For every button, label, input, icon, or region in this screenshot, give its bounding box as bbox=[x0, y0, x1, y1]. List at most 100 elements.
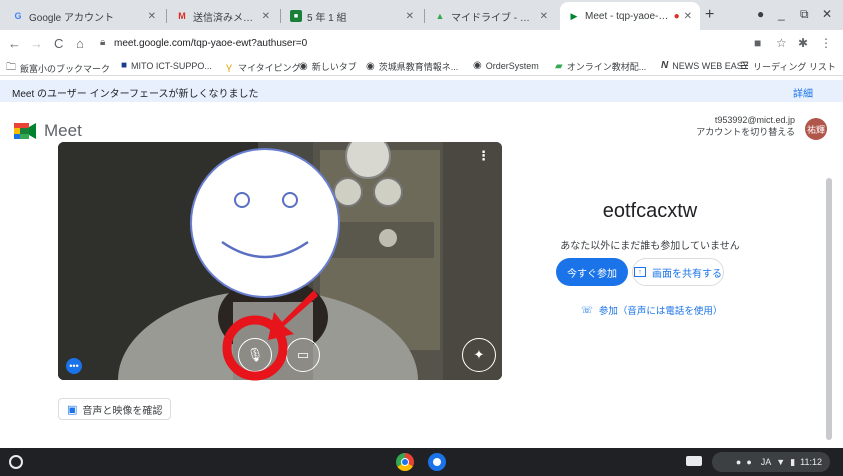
meet-logo: Meet bbox=[14, 121, 82, 141]
close-icon[interactable]: ✕ bbox=[262, 11, 270, 22]
os-shelf: ● ● JA ▼ ▮ 11:12 bbox=[0, 448, 843, 476]
forward-icon[interactable]: → bbox=[30, 36, 43, 51]
globe-icon: ◉ bbox=[473, 60, 482, 71]
details-link[interactable]: 詳細 bbox=[793, 85, 813, 100]
tab-strip: G Google アカウント ✕ M 送信済みメール - t953992@ ✕ … bbox=[0, 0, 843, 30]
gmail-icon: M bbox=[178, 11, 186, 21]
ui-update-banner: Meet のユーザー インターフェースが新しくなりました 詳細 bbox=[0, 80, 843, 102]
status-dot-icon: ● bbox=[735, 457, 742, 467]
visual-effects-button[interactable]: ✦ bbox=[462, 338, 496, 372]
reading-list-button[interactable]: ☰ リーディング リスト bbox=[740, 60, 836, 73]
chrome-icon[interactable] bbox=[396, 453, 414, 471]
join-with-phone-button[interactable]: ☏ 参加（音声には電話を使用） bbox=[581, 303, 723, 318]
meet-icon: ▶ bbox=[570, 10, 578, 21]
bookmark-item[interactable]: 🗀︎ 飯富小のブックマーク bbox=[6, 60, 110, 77]
bookmark-item[interactable]: Ｙ マイタイピング bbox=[224, 60, 301, 75]
globe-icon: ◉ bbox=[366, 61, 375, 72]
address-bar[interactable]: meet.google.com/tqp-yaoe-ewt?authuser=0 bbox=[114, 38, 307, 49]
site-icon: ▰ bbox=[555, 61, 563, 72]
close-icon[interactable]: ✕ bbox=[148, 11, 156, 22]
menu-dots-icon[interactable]: ⋮ bbox=[820, 36, 832, 50]
bookmarks-bar: 🗀︎ 飯富小のブックマーク ■ MITO ICT-SUPPO... Ｙ マイタイ… bbox=[0, 58, 843, 76]
globe-icon: ◉ bbox=[299, 61, 308, 72]
more-actions-icon[interactable]: ••• bbox=[66, 358, 82, 374]
tab-classroom[interactable]: ■ 5 年 1 組 ✕ bbox=[282, 2, 422, 30]
check-av-label: 音声と映像を確認 bbox=[82, 405, 163, 417]
meet-logo-text: Meet bbox=[44, 121, 82, 140]
tab-label: 5 年 1 組 bbox=[307, 12, 347, 24]
tab-divider bbox=[280, 9, 281, 23]
screen-capture-icon[interactable] bbox=[686, 456, 702, 466]
bookmark-label: MITO ICT-SUPPO... bbox=[131, 60, 212, 71]
bookmark-item[interactable]: ◉ OrderSystem bbox=[473, 60, 539, 71]
wifi-icon: ▼ bbox=[776, 457, 786, 467]
red-arrow-icon bbox=[268, 290, 318, 340]
bookmark-label: 茨城県教育情報ネ... bbox=[378, 62, 459, 72]
new-tab-button[interactable]: + bbox=[705, 6, 714, 24]
camera-app-icon[interactable] bbox=[428, 453, 446, 471]
minimize-icon[interactable]: _ bbox=[778, 7, 785, 21]
tab-label: Google アカウント bbox=[29, 12, 115, 24]
tab-drive[interactable]: ▲ マイドライブ - Google ドラ ✕ bbox=[426, 2, 556, 30]
close-icon[interactable]: ✕ bbox=[684, 11, 692, 22]
drive-icon: ▲ bbox=[435, 11, 445, 21]
classroom-icon: ■ bbox=[290, 10, 302, 22]
bookmark-label: マイタイピング bbox=[238, 63, 301, 73]
phone-join-label: 参加（音声には電話を使用） bbox=[598, 306, 723, 317]
clock: 11:12 bbox=[800, 457, 822, 467]
bookmark-item[interactable]: ▰ オンライン教材配... bbox=[555, 60, 646, 73]
reload-icon[interactable]: C bbox=[54, 36, 63, 51]
bookmark-label: OrderSystem bbox=[485, 60, 539, 71]
toolbar: ← → C ⌂ 🔒︎ meet.google.com/tqp-yaoe-ewt?… bbox=[0, 30, 843, 58]
home-icon[interactable]: ⌂ bbox=[76, 36, 84, 51]
bookmark-label: NEWS WEB EASY bbox=[672, 60, 749, 71]
account-info: t953992@mict.ed.jp アカウントを切り替える bbox=[696, 114, 795, 138]
banner-text: Meet のユーザー インターフェースが新しくなりました bbox=[12, 89, 259, 100]
recording-dot-icon: ● bbox=[673, 10, 680, 22]
reading-list-icon: ☰ bbox=[740, 61, 749, 72]
extensions-icon[interactable]: ✱ bbox=[798, 36, 808, 50]
tab-divider bbox=[166, 9, 167, 23]
tab-google-account[interactable]: G Google アカウント ✕ bbox=[4, 2, 164, 30]
switch-account-link[interactable]: アカウントを切り替える bbox=[696, 126, 795, 138]
profile-dot-icon[interactable]: ● bbox=[757, 7, 764, 21]
nhk-icon: N bbox=[661, 60, 669, 71]
camera-indicator-icon[interactable]: ■ bbox=[754, 36, 761, 50]
check-device-icon: ▣ bbox=[67, 403, 78, 416]
window-close-icon[interactable]: ✕ bbox=[822, 7, 832, 21]
join-now-button[interactable]: 今すぐ参加 bbox=[556, 258, 628, 286]
tab-label: マイドライブ - Google ドラ bbox=[451, 12, 536, 24]
back-icon[interactable]: ← bbox=[8, 36, 21, 51]
site-icon: ■ bbox=[121, 60, 128, 71]
share-screen-button[interactable]: ↑ 画面を共有する bbox=[632, 258, 724, 286]
scrollbar[interactable] bbox=[826, 178, 832, 440]
google-g-icon: G bbox=[14, 11, 22, 21]
close-icon[interactable]: ✕ bbox=[540, 11, 548, 22]
restore-icon[interactable]: ⧉ bbox=[800, 7, 809, 22]
tab-label: Meet - tqp-yaoe-ewt bbox=[585, 10, 671, 22]
battery-icon: ▮ bbox=[790, 456, 796, 467]
bookmark-item[interactable]: N NEWS WEB EASY bbox=[661, 60, 749, 71]
tab-divider bbox=[424, 9, 425, 23]
red-annotation-overlay bbox=[222, 290, 318, 381]
close-icon[interactable]: ✕ bbox=[406, 11, 414, 22]
participants-status: あなた以外にまだ誰も参加していません bbox=[560, 241, 740, 252]
room-code: eotfcacxtw bbox=[602, 200, 698, 222]
avatar[interactable]: 祐輝 bbox=[805, 118, 827, 140]
phone-icon: ☏ bbox=[581, 304, 593, 316]
status-tray[interactable]: ● ● JA ▼ ▮ 11:12 bbox=[712, 452, 830, 472]
tab-gmail[interactable]: M 送信済みメール - t953992@ ✕ bbox=[168, 2, 278, 30]
smiley-face-overlay bbox=[190, 148, 340, 298]
check-audio-video-button[interactable]: ▣ 音声と映像を確認 bbox=[58, 398, 172, 420]
bookmark-star-icon[interactable]: ☆ bbox=[776, 36, 787, 50]
ime-indicator: JA bbox=[760, 457, 772, 467]
more-options-icon[interactable]: ⋮ bbox=[477, 148, 490, 164]
lock-icon: 🔒︎ bbox=[100, 37, 106, 48]
screen: G Google アカウント ✕ M 送信済みメール - t953992@ ✕ … bbox=[0, 0, 843, 476]
bookmark-item[interactable]: ■ MITO ICT-SUPPO... bbox=[121, 60, 212, 71]
bookmark-item[interactable]: ◉ 茨城県教育情報ネ... bbox=[366, 60, 458, 73]
effects-icon: ✦ bbox=[473, 347, 485, 362]
tab-meet[interactable]: ▶ Meet - tqp-yaoe-ewt ● ✕ bbox=[560, 2, 700, 30]
launcher-icon[interactable] bbox=[9, 455, 23, 469]
bookmark-item[interactable]: ◉ 新しいタブ bbox=[299, 60, 357, 73]
